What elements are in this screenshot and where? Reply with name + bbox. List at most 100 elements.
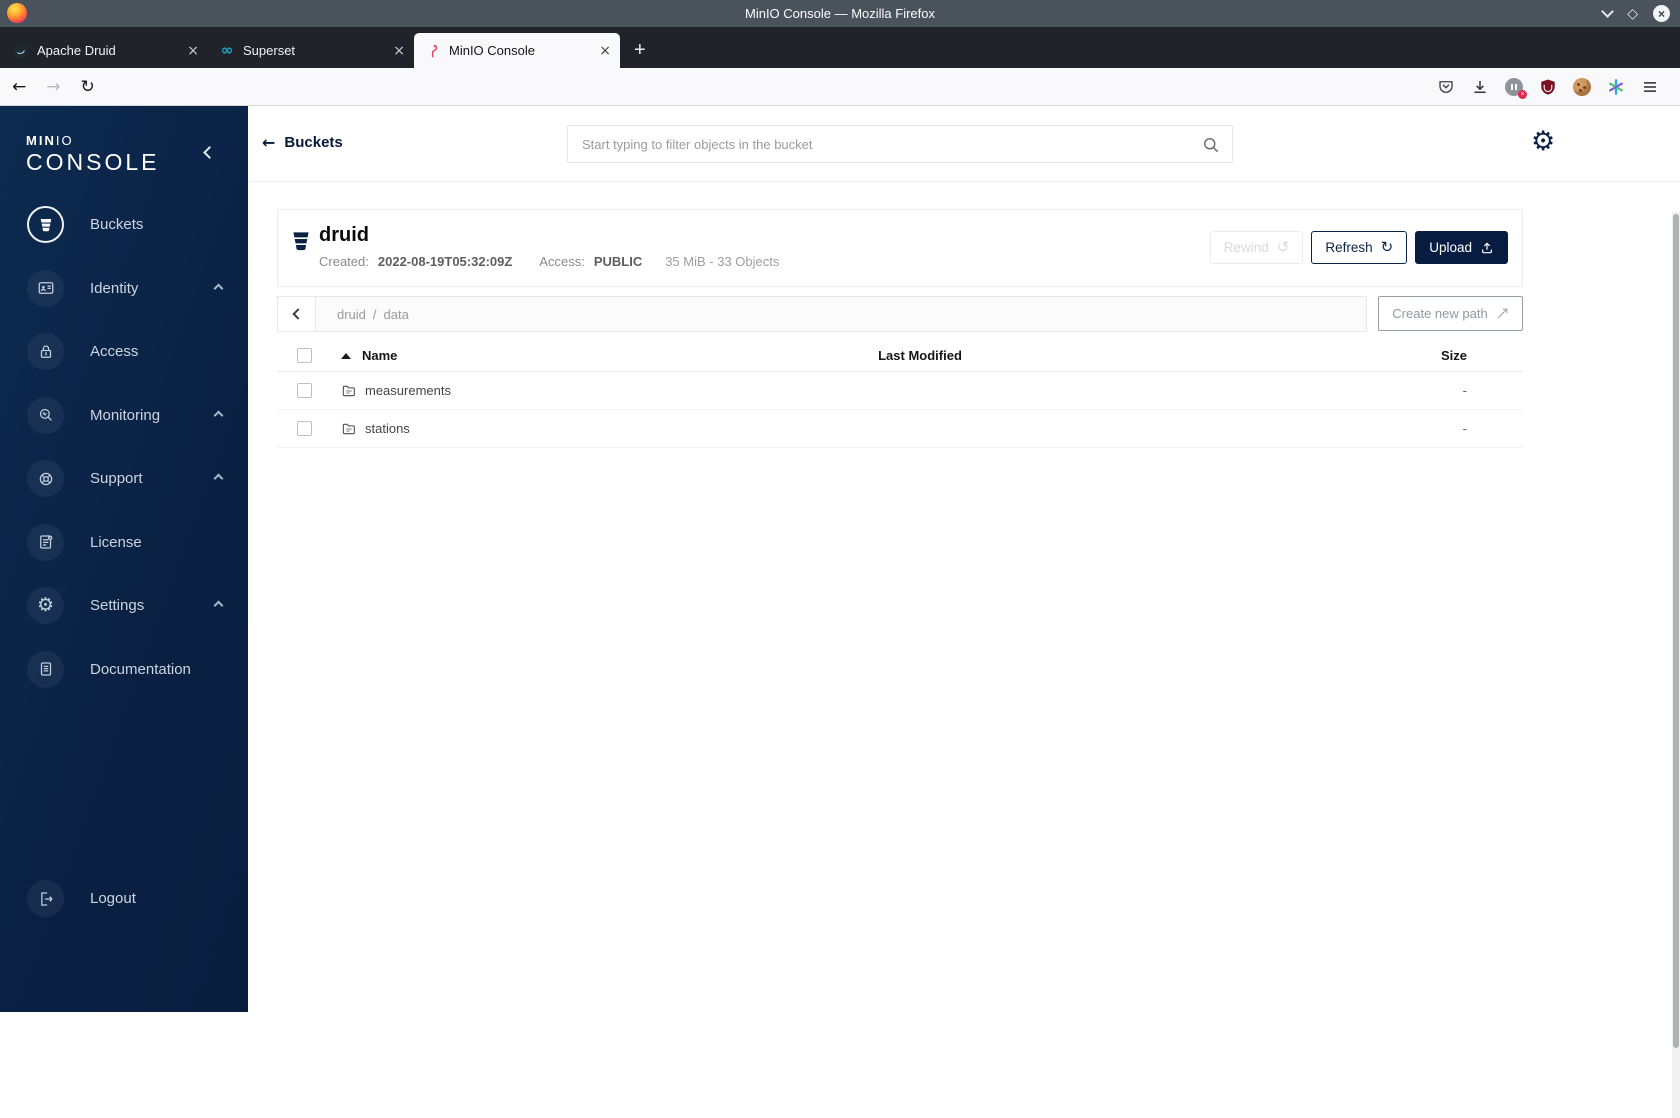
sidebar-item-buckets[interactable]: Buckets [0,193,248,257]
tab-close-icon[interactable]: × [187,43,199,59]
window-titlebar: MinIO Console — Mozilla Firefox ◇ × [0,0,1680,27]
page-scrollbar[interactable] [1672,212,1680,1118]
sort-ascending-icon [341,352,351,359]
bucket-actions: Rewind ↺ Refresh ↻ Upload [1209,231,1508,264]
container-asterisk-icon[interactable] [1606,77,1626,97]
tab-minio-console[interactable]: MinIO Console × [414,33,620,68]
window-minimize-icon[interactable] [1601,5,1615,18]
bucket-icon [27,206,64,244]
refresh-button[interactable]: Refresh ↻ [1311,231,1408,264]
browser-reload-icon[interactable]: ↻ [81,78,95,96]
minio-favicon-icon [425,43,441,59]
browser-forward-icon[interactable]: → [46,78,60,96]
column-header-last-modified[interactable]: Last Modified [683,348,1157,363]
page-viewport: MINIO CONSOLE Buckets Identity Access Mo… [0,106,1680,1118]
tab-close-icon[interactable]: × [599,43,611,59]
path-row: druid / data Create new path [277,296,1523,332]
sidebar-item-monitoring[interactable]: Monitoring [0,384,248,448]
browser-back-icon[interactable]: ← [12,78,26,96]
page-header: ← Buckets ⚙ [248,106,1680,182]
sidebar-item-label: License [90,533,142,551]
tab-apache-druid[interactable]: Apache Druid × [2,33,208,68]
path-back-button[interactable] [278,297,316,331]
pocket-icon[interactable] [1436,77,1456,97]
chevron-up-icon[interactable] [213,283,224,293]
sidebar-item-license[interactable]: License [0,511,248,575]
upload-button[interactable]: Upload [1415,231,1508,264]
sidebar-collapse-icon[interactable] [203,146,216,159]
cookie-extension-icon[interactable] [1572,77,1592,97]
create-new-path-button[interactable]: Create new path [1378,296,1523,331]
breadcrumb-separator: / [372,306,377,322]
refresh-icon: ↻ [1380,238,1394,256]
extension-badge: × [1518,90,1527,99]
create-path-icon [1496,307,1509,320]
breadcrumb: druid / data [316,307,409,322]
sidebar-item-logout: Logout [0,867,248,931]
table-row[interactable]: stations - [277,410,1523,448]
menu-hamburger-icon[interactable] [1640,77,1660,97]
search-input[interactable] [568,126,1232,162]
sidebar: MINIO CONSOLE Buckets Identity Access Mo… [0,106,248,1012]
row-checkbox[interactable] [297,421,312,436]
ublock-icon[interactable] [1538,77,1558,97]
identity-card-icon [27,269,64,307]
documentation-icon [27,650,64,688]
main-content: ← Buckets ⚙ druid Created: 2022-08-19T05… [248,106,1680,1012]
bucket-summary-card: druid Created: 2022-08-19T05:32:09Z Acce… [277,209,1523,287]
logout-icon [27,880,64,918]
chevron-up-icon[interactable] [213,473,224,484]
object-name[interactable]: measurements [365,383,451,398]
access-value: PUBLIC [593,254,643,269]
tab-label: Superset [243,43,296,58]
sidebar-item-label: Support [90,470,143,488]
superset-favicon-icon: ∞ [220,41,234,59]
column-header-size[interactable]: Size [1157,348,1523,363]
new-tab-button[interactable]: + [634,40,646,60]
sidebar-item-label: Documentation [90,660,191,678]
sidebar-item-settings[interactable]: ⚙ Settings [0,574,248,638]
tab-bar: Apache Druid × ∞ Superset × MinIO Consol… [0,27,1680,68]
breadcrumb-bucket[interactable]: druid [337,307,366,322]
object-size: - [1462,383,1467,398]
downloads-icon[interactable] [1470,77,1490,97]
column-header-name[interactable]: Name [333,348,683,363]
breadcrumb-box: druid / data [277,296,1367,332]
tab-label: MinIO Console [449,43,535,58]
objects-table: Name Last Modified Size measurements - s… [277,340,1523,448]
access-label: Access: [539,254,585,269]
table-header-row: Name Last Modified Size [277,340,1523,372]
window-close-button[interactable]: × [1653,5,1670,22]
back-arrow-icon: ← [262,133,276,152]
breadcrumb-folder[interactable]: data [384,307,409,322]
chevron-up-icon[interactable] [213,410,224,420]
chevron-up-icon[interactable] [213,600,224,611]
sidebar-item-access[interactable]: Access [0,320,248,384]
scrollbar-thumb[interactable] [1673,214,1679,1048]
folder-icon [341,421,357,437]
license-document-icon [27,523,64,561]
console-settings-gear-icon[interactable]: ⚙ [1531,128,1555,155]
object-name[interactable]: stations [365,421,410,436]
table-row[interactable]: measurements - [277,372,1523,410]
created-label: Created: [319,254,369,269]
tab-close-icon[interactable]: × [393,43,405,59]
sidebar-item-label: Settings [90,597,145,615]
extension-icon[interactable]: × [1504,77,1527,99]
row-checkbox[interactable] [297,383,312,398]
monitoring-search-icon [27,396,64,434]
firefox-logo-icon [7,3,27,23]
window-maximize-icon[interactable]: ◇ [1627,7,1638,21]
back-to-buckets-link[interactable]: ← Buckets [262,133,343,152]
rewind-button[interactable]: Rewind ↺ [1209,231,1304,264]
window-title: MinIO Console — Mozilla Firefox [745,6,935,21]
sidebar-item-documentation[interactable]: Documentation [0,638,248,702]
sidebar-item-label: Identity [90,279,139,297]
sidebar-item-support[interactable]: Support [0,447,248,511]
tab-superset[interactable]: ∞ Superset × [208,33,414,68]
select-all-checkbox[interactable] [297,348,312,363]
bucket-size-summary: 35 MiB - 33 Objects [665,254,780,269]
folder-icon [341,383,357,399]
navigation-toolbar: ← → ↻ 172.18.0.5:32595/buckets/druid/bro… [0,68,1680,169]
sidebar-item-identity[interactable]: Identity [0,257,248,321]
